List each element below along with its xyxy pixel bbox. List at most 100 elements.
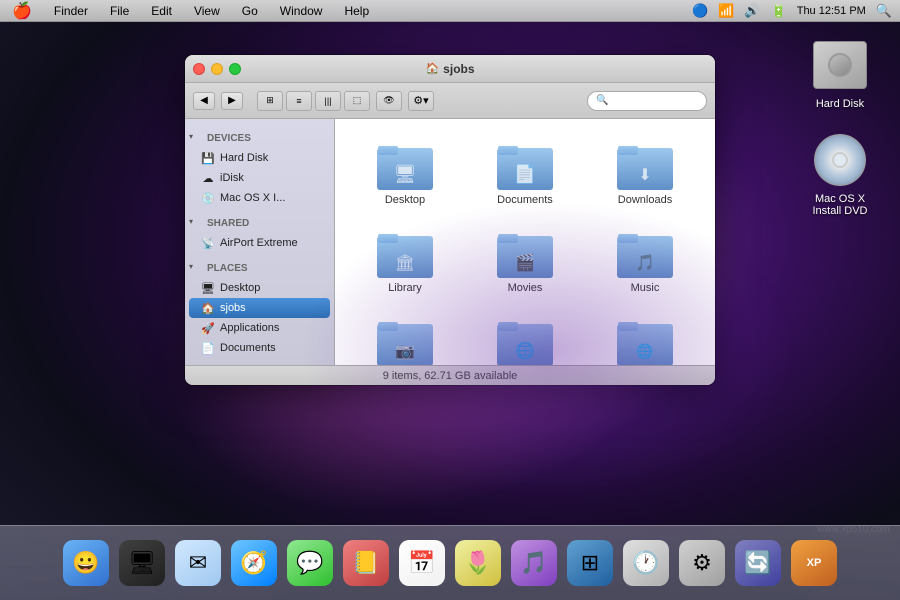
sidebar-item-hard-disk[interactable]: 💾 Hard Disk	[185, 148, 334, 168]
file-item-library[interactable]: 🏛 Library	[350, 222, 460, 300]
dock-item-finder[interactable]: 😀	[60, 537, 112, 589]
file-item-pictures[interactable]: 📷 Pictures	[350, 310, 460, 365]
dock-item-clock[interactable]: 🕐	[620, 537, 672, 589]
shared-section-header[interactable]: ▾ SHARED	[185, 208, 334, 233]
dock-item-spinner[interactable]: 🔄	[732, 537, 784, 589]
pictures-folder-icon: 📷	[377, 316, 433, 365]
bluetooth-icon: 🔵	[692, 3, 708, 19]
airport-icon: 📡	[201, 236, 215, 250]
menu-go[interactable]: Go	[238, 4, 262, 18]
public-folder-icon: 🌐	[497, 316, 553, 365]
movies-folder-label: Movies	[508, 282, 543, 294]
menubar-left: 🍎 Finder File Edit View Go Window Help	[8, 1, 373, 21]
mac-dvd-icon[interactable]: Mac OS X Install DVD	[800, 130, 880, 217]
dock-item-address-book[interactable]: 📒	[340, 537, 392, 589]
safari-dock-icon: 🧭	[231, 540, 277, 586]
devices-arrow: ▾	[189, 132, 199, 141]
sidebar-idisk-label: iDisk	[220, 172, 244, 184]
mail-dock-icon: ✉	[175, 540, 221, 586]
svg-text:🎵: 🎵	[635, 254, 655, 272]
svg-text:🖥: 🖥	[394, 164, 417, 184]
menu-finder[interactable]: Finder	[50, 4, 92, 18]
dock: 😀 🖥 ✉ 🧭 💬 📒 📅 🌷 🎵 ⊞ 🕐	[0, 525, 900, 600]
svg-text:🎬: 🎬	[515, 253, 535, 272]
places-section-header[interactable]: ▾ PLACES	[185, 253, 334, 278]
icon-view-button[interactable]: ⊞	[257, 91, 283, 111]
sidebar-item-idisk[interactable]: ☁ iDisk	[185, 168, 334, 188]
sidebar-applications-label: Applications	[220, 322, 279, 334]
idisk-icon: ☁	[201, 171, 215, 185]
sidebar-desktop-label: Desktop	[220, 282, 260, 294]
file-item-documents[interactable]: 📄 Documents	[470, 134, 580, 212]
menu-window[interactable]: Window	[276, 4, 327, 18]
svg-text:🌐: 🌐	[515, 341, 535, 360]
search-box[interactable]: 🔍	[587, 91, 707, 111]
menu-help[interactable]: Help	[340, 4, 373, 18]
dock-item-mail[interactable]: ✉	[172, 537, 224, 589]
maximize-button[interactable]	[229, 63, 241, 75]
sidebar-item-applications[interactable]: 🚀 Applications	[185, 318, 334, 338]
music-folder-icon: 🎵	[617, 228, 673, 278]
status-bar: 9 items, 62.71 GB available	[185, 365, 715, 385]
dock-item-spaces[interactable]: ⊞	[564, 537, 616, 589]
dock-item-system[interactable]: 🖥	[116, 537, 168, 589]
devices-section-header[interactable]: ▾ DEVICES	[185, 123, 334, 148]
xp-dock-icon: XP	[791, 540, 837, 586]
file-item-public[interactable]: 🌐 Public	[470, 310, 580, 365]
close-button[interactable]	[193, 63, 205, 75]
dock-item-xp[interactable]: XP	[788, 537, 840, 589]
menu-edit[interactable]: Edit	[147, 4, 176, 18]
menu-file[interactable]: File	[106, 4, 133, 18]
sidebar-item-macosx[interactable]: 💿 Mac OS X I...	[185, 188, 334, 208]
dock-item-ichat[interactable]: 💬	[284, 537, 336, 589]
spotlight-icon[interactable]: 🔍	[876, 3, 892, 19]
apple-menu[interactable]: 🍎	[8, 1, 36, 21]
file-item-desktop[interactable]: 🖥 Desktop	[350, 134, 460, 212]
shared-arrow: ▾	[189, 217, 199, 226]
minimize-button[interactable]	[211, 63, 223, 75]
list-view-button[interactable]: ≡	[286, 91, 312, 111]
dock-item-syspref[interactable]: ⚙	[676, 537, 728, 589]
file-item-music[interactable]: 🎵 Music	[590, 222, 700, 300]
svg-text:⬇: ⬇	[638, 167, 651, 184]
spinner-dock-icon: 🔄	[735, 540, 781, 586]
action-button[interactable]: ⚙▾	[408, 91, 434, 111]
clock-dock-icon: 🕐	[623, 540, 669, 586]
menu-view[interactable]: View	[190, 4, 224, 18]
file-item-downloads[interactable]: ⬇ Downloads	[590, 134, 700, 212]
dock-item-ical[interactable]: 📅	[396, 537, 448, 589]
search-section-header[interactable]: ▾ SEARCH FOR	[185, 358, 334, 365]
forward-button[interactable]: ▶	[221, 92, 243, 110]
dock-item-iphoto[interactable]: 🌷	[452, 537, 504, 589]
file-item-movies[interactable]: 🎬 Movies	[470, 222, 580, 300]
sidebar-item-sjobs[interactable]: 🏠 sjobs	[189, 298, 330, 318]
volume-icon: 🔊	[744, 3, 760, 19]
documents-sidebar-icon: 📄	[201, 341, 215, 355]
library-folder-icon: 🏛	[377, 228, 433, 278]
eye-button[interactable]: 👁	[376, 91, 402, 111]
dock-item-safari[interactable]: 🧭	[228, 537, 280, 589]
sidebar-item-desktop[interactable]: 🖥 Desktop	[185, 278, 334, 298]
sidebar-item-documents[interactable]: 📄 Documents	[185, 338, 334, 358]
documents-folder-icon: 📄	[497, 140, 553, 190]
window-title: 🏠 sjobs	[425, 62, 474, 76]
back-button[interactable]: ◀	[193, 92, 215, 110]
system-dock-icon: 🖥	[119, 540, 165, 586]
svg-text:🌐: 🌐	[636, 343, 653, 360]
iphoto-dock-icon: 🌷	[455, 540, 501, 586]
downloads-folder-label: Downloads	[618, 194, 672, 206]
hard-disk-icon[interactable]: Hard Disk	[810, 35, 870, 110]
svg-text:🏛: 🏛	[395, 254, 415, 272]
hard-disk-label: Hard Disk	[816, 98, 864, 110]
search-icon: 🔍	[596, 95, 608, 106]
file-item-sites[interactable]: 🌐 Sites	[590, 310, 700, 365]
column-view-button[interactable]: |||	[315, 91, 341, 111]
status-text: 9 items, 62.71 GB available	[383, 370, 518, 382]
desktop-icons: Hard Disk Mac OS X Install DVD	[800, 35, 880, 217]
traffic-lights	[193, 63, 241, 75]
sidebar-item-airport[interactable]: 📡 AirPort Extreme	[185, 233, 334, 253]
menubar-right: 🔵 📶 🔊 🔋 Thu 12:51 PM 🔍	[692, 3, 892, 19]
cover-flow-button[interactable]: ⬚	[344, 91, 370, 111]
dock-item-itunes[interactable]: 🎵	[508, 537, 560, 589]
file-grid: 🖥 Desktop	[335, 119, 715, 365]
